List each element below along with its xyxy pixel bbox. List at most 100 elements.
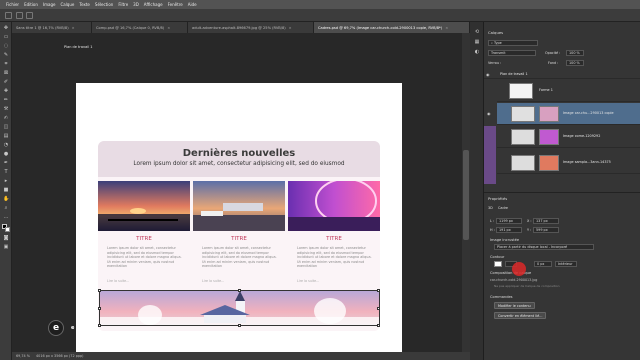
vertical-scrollbar-thumb[interactable] (463, 150, 469, 240)
eyedropper-tool-icon[interactable]: ✐ (3, 80, 9, 85)
visibility-eye-icon[interactable]: ◉ (487, 111, 491, 116)
tab-untitled-1[interactable]: Sans titre 1 @ 16,7% (RVB/8) × (12, 22, 92, 33)
layer-name: Image car-chu...290013 copie (563, 111, 614, 115)
stroke-position-select[interactable]: Intérieur (555, 261, 577, 267)
type-tool-icon[interactable]: T (3, 170, 9, 175)
transform-handle[interactable] (98, 289, 101, 292)
quick-mask-icon[interactable]: ◙ (3, 236, 9, 241)
shape-tool-icon[interactable]: ■ (3, 188, 9, 193)
menu-item-help[interactable]: Aide (188, 2, 197, 7)
home-icon[interactable] (5, 12, 12, 19)
opacity-input[interactable]: 100 % (566, 50, 584, 56)
menu-item-view[interactable]: Affichage (144, 2, 163, 7)
history-brush-tool-icon[interactable]: ✍ (3, 116, 9, 121)
blend-mode-select[interactable]: Transmit (488, 50, 536, 56)
transform-handle[interactable] (377, 307, 380, 310)
eraser-tool-icon[interactable]: ◫ (3, 125, 9, 130)
gradient-tool-icon[interactable]: ▤ (3, 134, 9, 139)
background-color-swatch[interactable] (5, 227, 10, 232)
height-input[interactable]: 191 px (496, 227, 522, 233)
more-tools-icon[interactable]: … (3, 215, 9, 220)
transform-handle[interactable] (377, 324, 380, 327)
menu-item-image[interactable]: Image (43, 2, 56, 7)
read-more-link[interactable]: Lire la suite... (202, 279, 224, 283)
menu-item-layer[interactable]: Calque (60, 2, 74, 7)
zoom-level[interactable]: 69,74 % (16, 354, 30, 358)
layer-kind-filter[interactable]: ⌕ Type (488, 40, 538, 46)
stroke-color-swatch[interactable] (494, 261, 502, 267)
x-input[interactable]: 137 px (533, 218, 559, 224)
embedded-source-select[interactable]: Placer à partir du disque local - Incorp… (494, 244, 594, 250)
frame-tool-icon[interactable]: ⊠ (3, 71, 9, 76)
fill-input[interactable]: 100 % (566, 60, 584, 66)
tab-adult-adventure[interactable]: adult-adventure-asphalt-896679.jpg @ 25%… (188, 22, 314, 33)
stamp-tool-icon[interactable]: ⚒ (3, 107, 9, 112)
healing-tool-icon[interactable]: ✚ (3, 89, 9, 94)
transform-handle[interactable] (238, 289, 241, 292)
modify-content-button[interactable]: Modifier le contenu (494, 302, 535, 309)
hand-tool-icon[interactable]: ✋ (3, 197, 9, 202)
read-more-link[interactable]: Lire la suite... (107, 279, 129, 283)
frame-thumbnail (511, 155, 535, 171)
close-icon[interactable]: × (167, 26, 170, 30)
marquee-tool-icon[interactable]: ▭ (3, 35, 9, 40)
tab-layers[interactable]: Calques (488, 30, 503, 35)
convert-linked-button[interactable]: Convertir en élément lié... (494, 312, 547, 319)
visibility-eye-icon[interactable]: ◉ (486, 72, 490, 77)
history-icon[interactable]: ⟲ (474, 30, 480, 35)
move-tool-icon[interactable] (16, 12, 23, 19)
artboard-label[interactable]: Plan de travail 1 (64, 45, 93, 49)
auto-select-checkbox[interactable] (26, 12, 33, 19)
layer-row-shape[interactable]: Forme 1 (497, 80, 640, 102)
photo-tunnel[interactable] (288, 181, 380, 231)
libraries-icon[interactable]: ▦ (474, 40, 480, 45)
close-icon[interactable]: × (72, 26, 75, 30)
menu-item-3d[interactable]: 3D (133, 2, 139, 7)
tab-comp[interactable]: Comp.psd @ 16,7% (Calque 0, RVB/8) × (92, 22, 188, 33)
tab-properties[interactable]: Propriétés (488, 196, 507, 201)
screen-mode-icon[interactable]: ▣ (3, 245, 9, 250)
photo-airport[interactable] (193, 181, 285, 231)
layer-name: Plan de travail 1 (500, 72, 528, 76)
transform-handle[interactable] (98, 324, 101, 327)
brush-tool-icon[interactable]: ✏ (3, 98, 9, 103)
move-tool-icon[interactable]: ✥ (3, 26, 9, 31)
close-icon[interactable]: × (289, 26, 292, 30)
transform-handle[interactable] (238, 324, 241, 327)
crop-tool-icon[interactable]: ⌗ (3, 62, 9, 67)
menu-item-filter[interactable]: Filtre (118, 2, 128, 7)
lasso-tool-icon[interactable]: ◌ (3, 44, 9, 49)
props-tab-frame[interactable]: Cadre (498, 206, 508, 210)
y-input[interactable]: 599 px (533, 227, 559, 233)
width-input[interactable]: 1199 px (496, 218, 522, 224)
dodge-tool-icon[interactable]: ● (3, 152, 9, 157)
props-tab-3d[interactable]: 3D (488, 206, 493, 210)
blur-tool-icon[interactable]: ◔ (3, 143, 9, 148)
close-icon[interactable]: × (445, 26, 448, 30)
menu-item-file[interactable]: Fichier (6, 2, 19, 7)
path-select-tool-icon[interactable]: ▸ (3, 179, 9, 184)
pen-tool-icon[interactable]: ✒ (3, 161, 9, 166)
menu-item-window[interactable]: Fenêtre (168, 2, 183, 7)
column-title: TITRE (326, 236, 342, 242)
menu-item-select[interactable]: Sélection (95, 2, 113, 7)
adjustments-icon[interactable]: ◐ (474, 50, 480, 55)
layer-row-image-3[interactable]: Image sampla...3ann-14375 (497, 152, 640, 174)
layer-row-image-2[interactable]: Image come-1209292 (497, 126, 640, 148)
tab-cadres[interactable]: Cadres.psd @ 69,7% (Image car-church-col… (314, 22, 470, 33)
transform-handle[interactable] (377, 289, 380, 292)
zoom-tool-icon[interactable]: ⌕ (3, 206, 9, 211)
layer-row-artboard[interactable]: ◉ Plan de travail 1 (484, 69, 640, 79)
photo-sunset[interactable] (98, 181, 190, 231)
frame-selection-box[interactable] (98, 289, 380, 327)
height-label: H : (490, 228, 495, 232)
layer-thumbnail (539, 106, 559, 122)
quick-select-tool-icon[interactable]: ✎ (3, 53, 9, 58)
read-more-link[interactable]: Lire la suite... (297, 279, 319, 283)
stroke-size-input[interactable]: 0 px (534, 261, 552, 267)
menu-item-type[interactable]: Texte (79, 2, 90, 7)
group-color-bar (484, 126, 496, 184)
menu-item-edit[interactable]: Edition (24, 2, 38, 7)
transform-handle[interactable] (98, 307, 101, 310)
layer-row-frame-selected[interactable]: ◉ Image car-chu...290013 copie (487, 103, 640, 125)
